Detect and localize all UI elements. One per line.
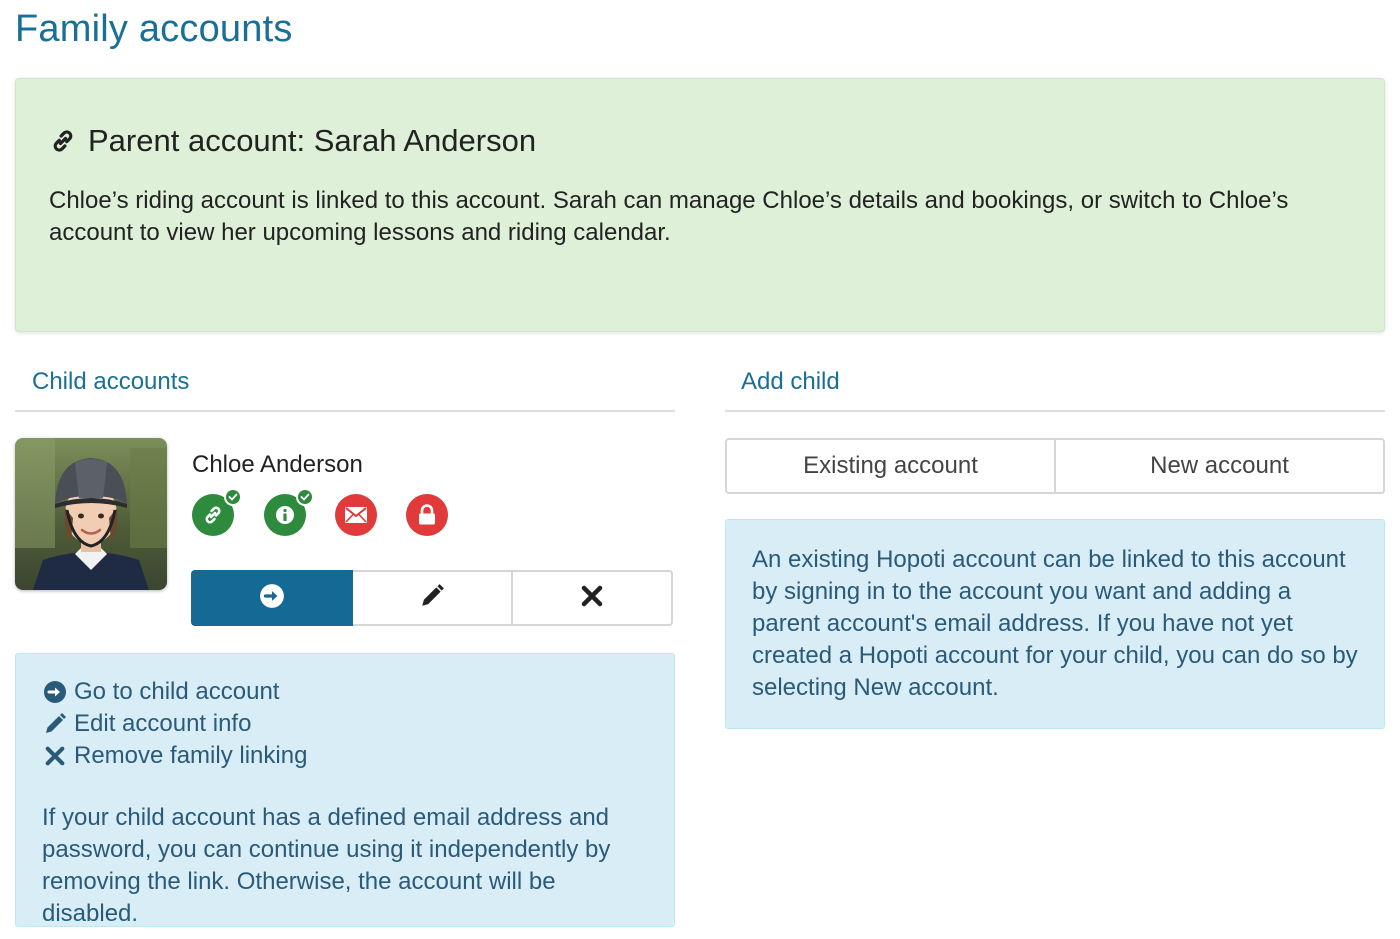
parent-account-description: Chloe’s riding account is linked to this… [49, 187, 1289, 246]
legend-list: Go to child account Edit account info Re… [42, 676, 307, 772]
pencil-icon [42, 711, 68, 737]
go-to-child-button[interactable] [191, 570, 353, 626]
check-icon [224, 488, 242, 506]
check-icon [296, 488, 314, 506]
arrow-circle-right-icon [42, 679, 68, 705]
parent-account-title: Parent account: Sarah Anderson [88, 123, 537, 158]
child-accounts-divider [15, 410, 675, 412]
tab-new-account[interactable]: New account [1056, 438, 1385, 494]
tab-existing-account[interactable]: Existing account [725, 438, 1056, 494]
lock-status-icon [406, 494, 448, 536]
link-icon [48, 126, 78, 156]
arrow-circle-right-icon [259, 583, 285, 614]
child-actions-group [191, 570, 673, 626]
legend-label: Edit account info [74, 710, 252, 737]
close-icon [42, 743, 68, 769]
remove-link-note: If your child account has a defined emai… [42, 804, 611, 927]
parent-account-heading: Parent account: Sarah Anderson [48, 123, 536, 159]
page-title: Family accounts [15, 8, 293, 50]
edit-account-button[interactable] [353, 570, 513, 626]
pencil-icon [419, 583, 445, 614]
legend-item-remove-link: Remove family linking [42, 740, 307, 772]
remove-link-button[interactable] [513, 570, 673, 626]
child-avatar [15, 438, 167, 590]
parent-account-panel: Parent account: Sarah Anderson Chloe’s r… [15, 78, 1385, 332]
child-actions-info-panel: Go to child account Edit account info Re… [15, 653, 675, 927]
email-status-icon [335, 494, 377, 536]
add-child-header: Add child [741, 368, 840, 395]
child-name: Chloe Anderson [192, 451, 363, 478]
add-child-info-text: An existing Hopoti account can be linked… [752, 546, 1358, 701]
add-child-info-panel: An existing Hopoti account can be linked… [725, 519, 1385, 729]
linked-status-icon [192, 488, 242, 536]
legend-item-edit-account: Edit account info [42, 708, 307, 740]
add-child-divider [725, 410, 1385, 412]
legend-label: Go to child account [74, 678, 280, 705]
legend-item-go-to-child: Go to child account [42, 676, 307, 708]
legend-label: Remove family linking [74, 742, 308, 769]
close-icon [580, 584, 604, 613]
add-child-tabs: Existing account New account [725, 438, 1385, 494]
info-status-icon [264, 488, 314, 536]
child-accounts-header: Child accounts [32, 368, 190, 395]
